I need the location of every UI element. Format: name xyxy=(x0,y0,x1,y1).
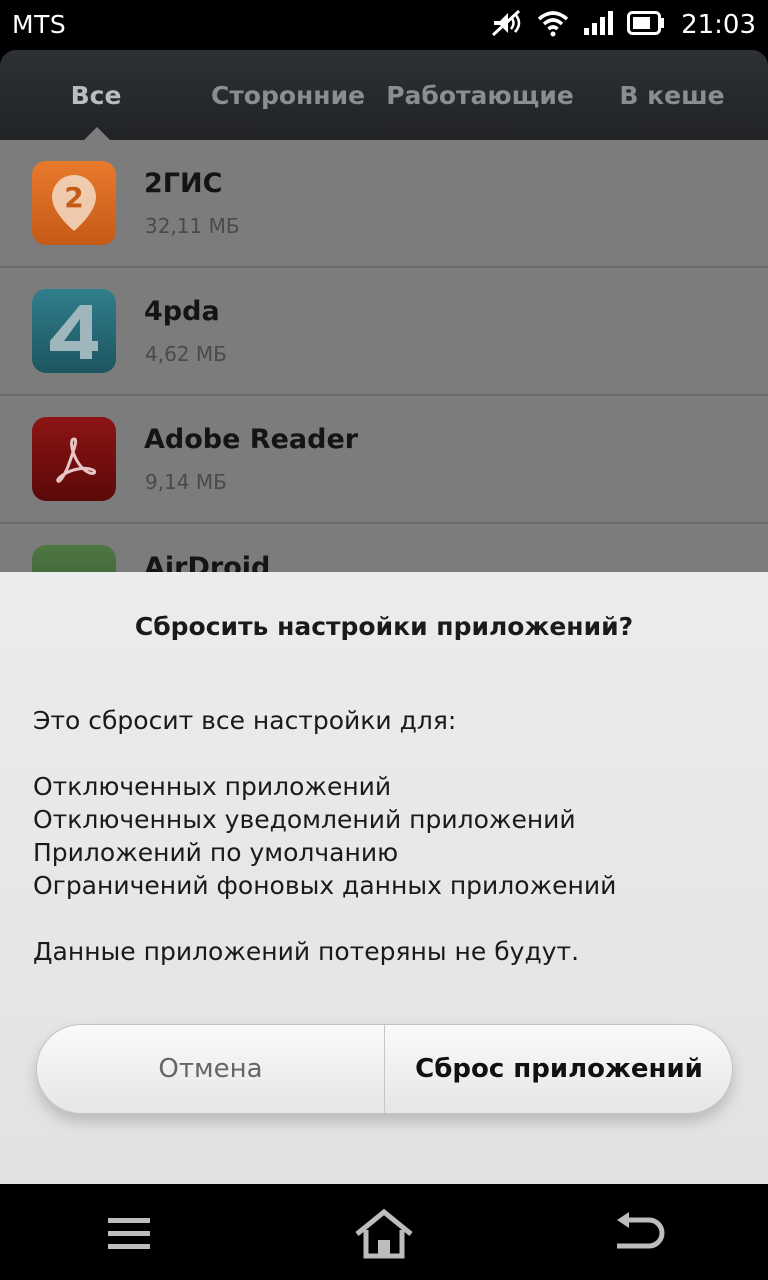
app-name: AirDroid xyxy=(144,552,271,572)
app-size: 9,14 МБ xyxy=(145,470,227,494)
tab-bar: Все Сторонние Работающие В кеше xyxy=(0,50,768,140)
dialog-buttons: Отмена Сброс приложений xyxy=(36,1024,733,1114)
home-icon xyxy=(355,1208,413,1259)
status-bar: MTS 21:03 xyxy=(0,0,768,50)
list-item[interactable]: AirDroid xyxy=(0,524,768,572)
list-item[interactable]: 2 2ГИС 32,11 МБ xyxy=(0,140,768,268)
back-icon xyxy=(617,1212,665,1249)
home-button[interactable] xyxy=(349,1206,419,1262)
battery-icon xyxy=(627,11,665,39)
list-item[interactable]: Adobe Reader 9,14 МБ xyxy=(0,396,768,524)
dialog-item: Ограничений фоновых данных приложений xyxy=(33,871,617,900)
tab-cached[interactable]: В кеше xyxy=(576,50,768,140)
menu-icon xyxy=(108,1218,150,1249)
back-button[interactable] xyxy=(604,1206,674,1262)
svg-text:2: 2 xyxy=(64,181,83,214)
app-name: Adobe Reader xyxy=(144,424,359,455)
4pda-icon xyxy=(32,289,116,373)
menu-button[interactable] xyxy=(94,1206,164,1262)
tab-running[interactable]: Работающие xyxy=(384,50,576,140)
dialog-message: Это сбросит все настройки для: Отключенн… xyxy=(33,704,753,968)
wifi-icon xyxy=(537,9,569,41)
clock: 21:03 xyxy=(681,10,756,40)
reset-apps-button[interactable]: Сброс приложений xyxy=(385,1025,732,1113)
dialog-note: Данные приложений потеряны не будут. xyxy=(33,937,580,966)
dialog-item: Отключенных уведомлений приложений xyxy=(33,805,576,834)
cancel-button[interactable]: Отмена xyxy=(37,1025,384,1113)
app-name: 4pda xyxy=(144,296,220,327)
adobe-reader-icon xyxy=(32,417,116,501)
status-icons: 21:03 xyxy=(489,8,756,42)
dialog-intro: Это сбросит все настройки для: xyxy=(33,706,457,735)
app-size: 32,11 МБ xyxy=(145,214,240,238)
screen: MTS 21:03 Все Сторонние Работающие В кеш… xyxy=(0,0,768,1280)
navigation-bar xyxy=(0,1184,768,1280)
airdroid-icon xyxy=(32,545,116,572)
dialog-title: Сбросить настройки приложений? xyxy=(134,612,634,641)
app-size: 4,62 МБ xyxy=(145,342,227,366)
dialog-item: Приложений по умолчанию xyxy=(33,838,399,867)
2gis-icon: 2 xyxy=(32,161,116,245)
app-list: 2 2ГИС 32,11 МБ 4pda 4,62 МБ Adobe Reade… xyxy=(0,140,768,572)
list-item[interactable]: 4pda 4,62 МБ xyxy=(0,268,768,396)
dialog-item: Отключенных приложений xyxy=(33,772,392,801)
reset-preferences-dialog: Сбросить настройки приложений? Это сброс… xyxy=(0,572,768,1184)
active-tab-indicator xyxy=(84,127,110,140)
carrier-name: MTS xyxy=(12,10,67,39)
tab-third-party[interactable]: Сторонние xyxy=(192,50,384,140)
mute-icon xyxy=(489,8,523,42)
app-name: 2ГИС xyxy=(144,168,223,199)
signal-icon xyxy=(583,10,614,40)
